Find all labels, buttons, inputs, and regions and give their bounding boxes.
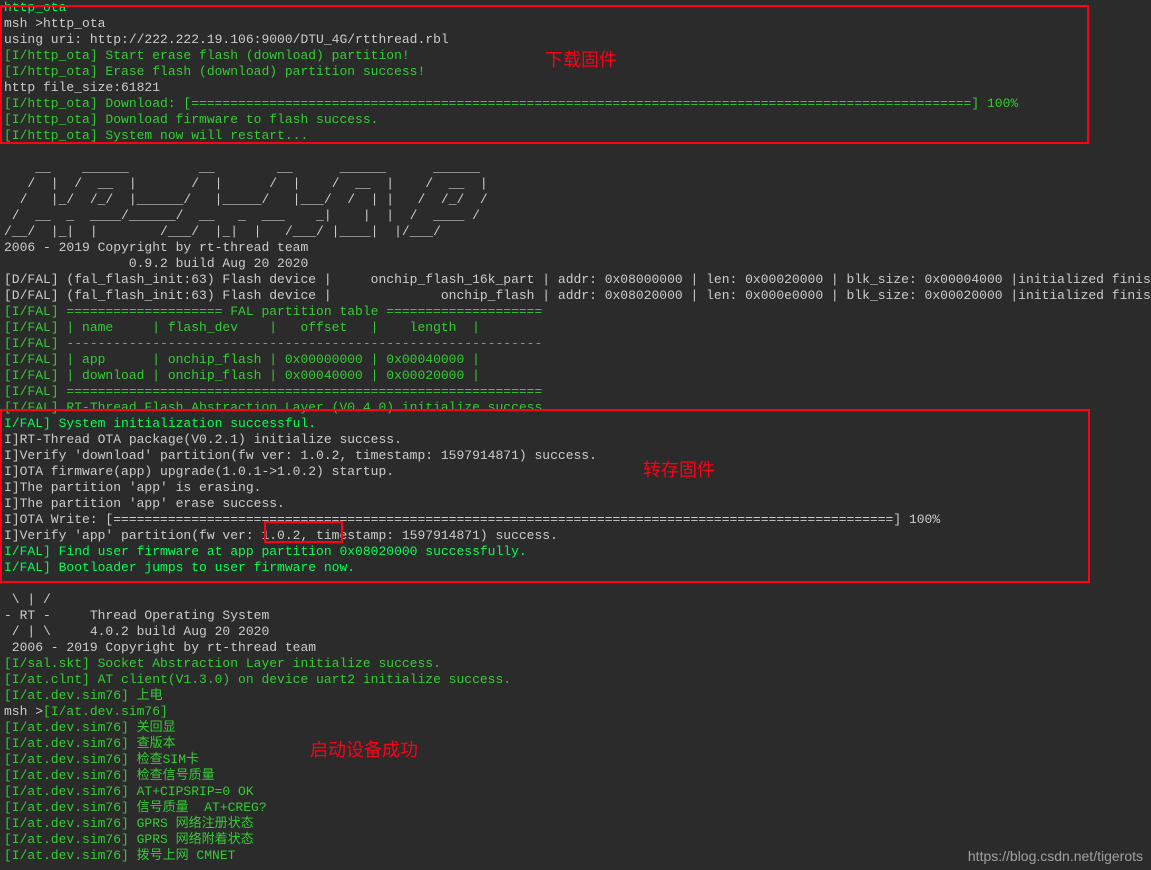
terminal-line: I]OTA Write: [==========================…: [4, 512, 1147, 528]
terminal-line: [I/at.dev.sim76] AT+CIPSRIP=0 OK: [4, 784, 1147, 800]
watermark: https://blog.csdn.net/tigerots: [968, 848, 1143, 864]
terminal-line: [I/http_ota] System now will restart...: [4, 128, 1147, 144]
terminal-line: - RT - Thread Operating System: [4, 608, 1147, 624]
terminal-line: [I/FAL] --------------------------------…: [4, 336, 1147, 352]
terminal-line: I]RT-Thread OTA package(V0.2.1) initiali…: [4, 432, 1147, 448]
terminal-line: [4, 144, 1147, 160]
terminal-line: 2006 - 2019 Copyright by rt-thread team: [4, 640, 1147, 656]
terminal-line: I]Verify 'app' partition(fw ver: 1.0.2, …: [4, 528, 1147, 544]
terminal-line: [I/FAL] | download | onchip_flash | 0x00…: [4, 368, 1147, 384]
terminal-line: I/FAL] Bootloader jumps to user firmware…: [4, 560, 1147, 576]
terminal-line: [I/at.dev.sim76] 信号质量 AT+CREG?: [4, 800, 1147, 816]
terminal-line: [I/at.dev.sim76] GPRS 网络附着状态: [4, 832, 1147, 848]
terminal-line: [I/at.dev.sim76] 查版本: [4, 736, 1147, 752]
terminal-line: / | / __ | / | / | / __ | / __ |: [4, 176, 1147, 192]
terminal-line: [I/FAL] | app | onchip_flash | 0x0000000…: [4, 352, 1147, 368]
terminal-line: /__/ |_| | /___/ |_| | /___/ |____| |/__…: [4, 224, 1147, 240]
terminal-line: [I/sal.skt] Socket Abstraction Layer ini…: [4, 656, 1147, 672]
terminal-line: / __ _ ____/______/ __ _ ___ _| | | / __…: [4, 208, 1147, 224]
terminal-line: [I/http_ota] Start erase flash (download…: [4, 48, 1147, 64]
terminal-line: [D/FAL] (fal_flash_init:63) Flash device…: [4, 288, 1147, 304]
terminal-line: I/FAL] Find user firmware at app partiti…: [4, 544, 1147, 560]
terminal-line: [I/FAL] ================================…: [4, 384, 1147, 400]
terminal-line: 2006 - 2019 Copyright by rt-thread team: [4, 240, 1147, 256]
terminal-line: msh >http_ota: [4, 16, 1147, 32]
terminal-line: http file_size:61821: [4, 80, 1147, 96]
terminal-line: msh >[I/at.dev.sim76]: [4, 704, 1147, 720]
terminal-line: [I/http_ota] Download: [================…: [4, 96, 1147, 112]
terminal-line: [I/at.dev.sim76] 关回显: [4, 720, 1147, 736]
terminal-line: http_ota: [4, 0, 1147, 16]
terminal-line: [I/FAL] ==================== FAL partiti…: [4, 304, 1147, 320]
terminal-line: I]The partition 'app' erase success.: [4, 496, 1147, 512]
terminal-line: using uri: http://222.222.19.106:9000/DT…: [4, 32, 1147, 48]
terminal-line: [4, 576, 1147, 592]
terminal-line: \ | /: [4, 592, 1147, 608]
terminal-line: [I/http_ota] Download firmware to flash …: [4, 112, 1147, 128]
terminal-line: [I/FAL] RT-Thread Flash Abstraction Laye…: [4, 400, 1147, 416]
terminal-line: [I/at.clnt] AT client(V1.3.0) on device …: [4, 672, 1147, 688]
terminal-line: __ ______ __ __ ______ ______: [4, 160, 1147, 176]
terminal-line: I]OTA firmware(app) upgrade(1.0.1->1.0.2…: [4, 464, 1147, 480]
terminal-line: [I/at.dev.sim76] 上电: [4, 688, 1147, 704]
terminal-line: [I/at.dev.sim76] 检查信号质量: [4, 768, 1147, 784]
terminal-line: / | \ 4.0.2 build Aug 20 2020: [4, 624, 1147, 640]
terminal-line: [I/http_ota] Erase flash (download) part…: [4, 64, 1147, 80]
terminal-line: [I/at.dev.sim76] 检查SIM卡: [4, 752, 1147, 768]
terminal-line: I/FAL] System initialization successful.: [4, 416, 1147, 432]
terminal-line: 0.9.2 build Aug 20 2020: [4, 256, 1147, 272]
terminal-line: I]The partition 'app' is erasing.: [4, 480, 1147, 496]
terminal-output: http_otamsh >http_otausing uri: http://2…: [0, 0, 1151, 870]
terminal-line: [I/FAL] | name | flash_dev | offset | le…: [4, 320, 1147, 336]
terminal-line: / |_/ /_/ |______/ |_____/ |___/ / | | /…: [4, 192, 1147, 208]
terminal-line: I]Verify 'download' partition(fw ver: 1.…: [4, 448, 1147, 464]
terminal-line: [D/FAL] (fal_flash_init:63) Flash device…: [4, 272, 1147, 288]
terminal-line: [I/at.dev.sim76] GPRS 网络注册状态: [4, 816, 1147, 832]
